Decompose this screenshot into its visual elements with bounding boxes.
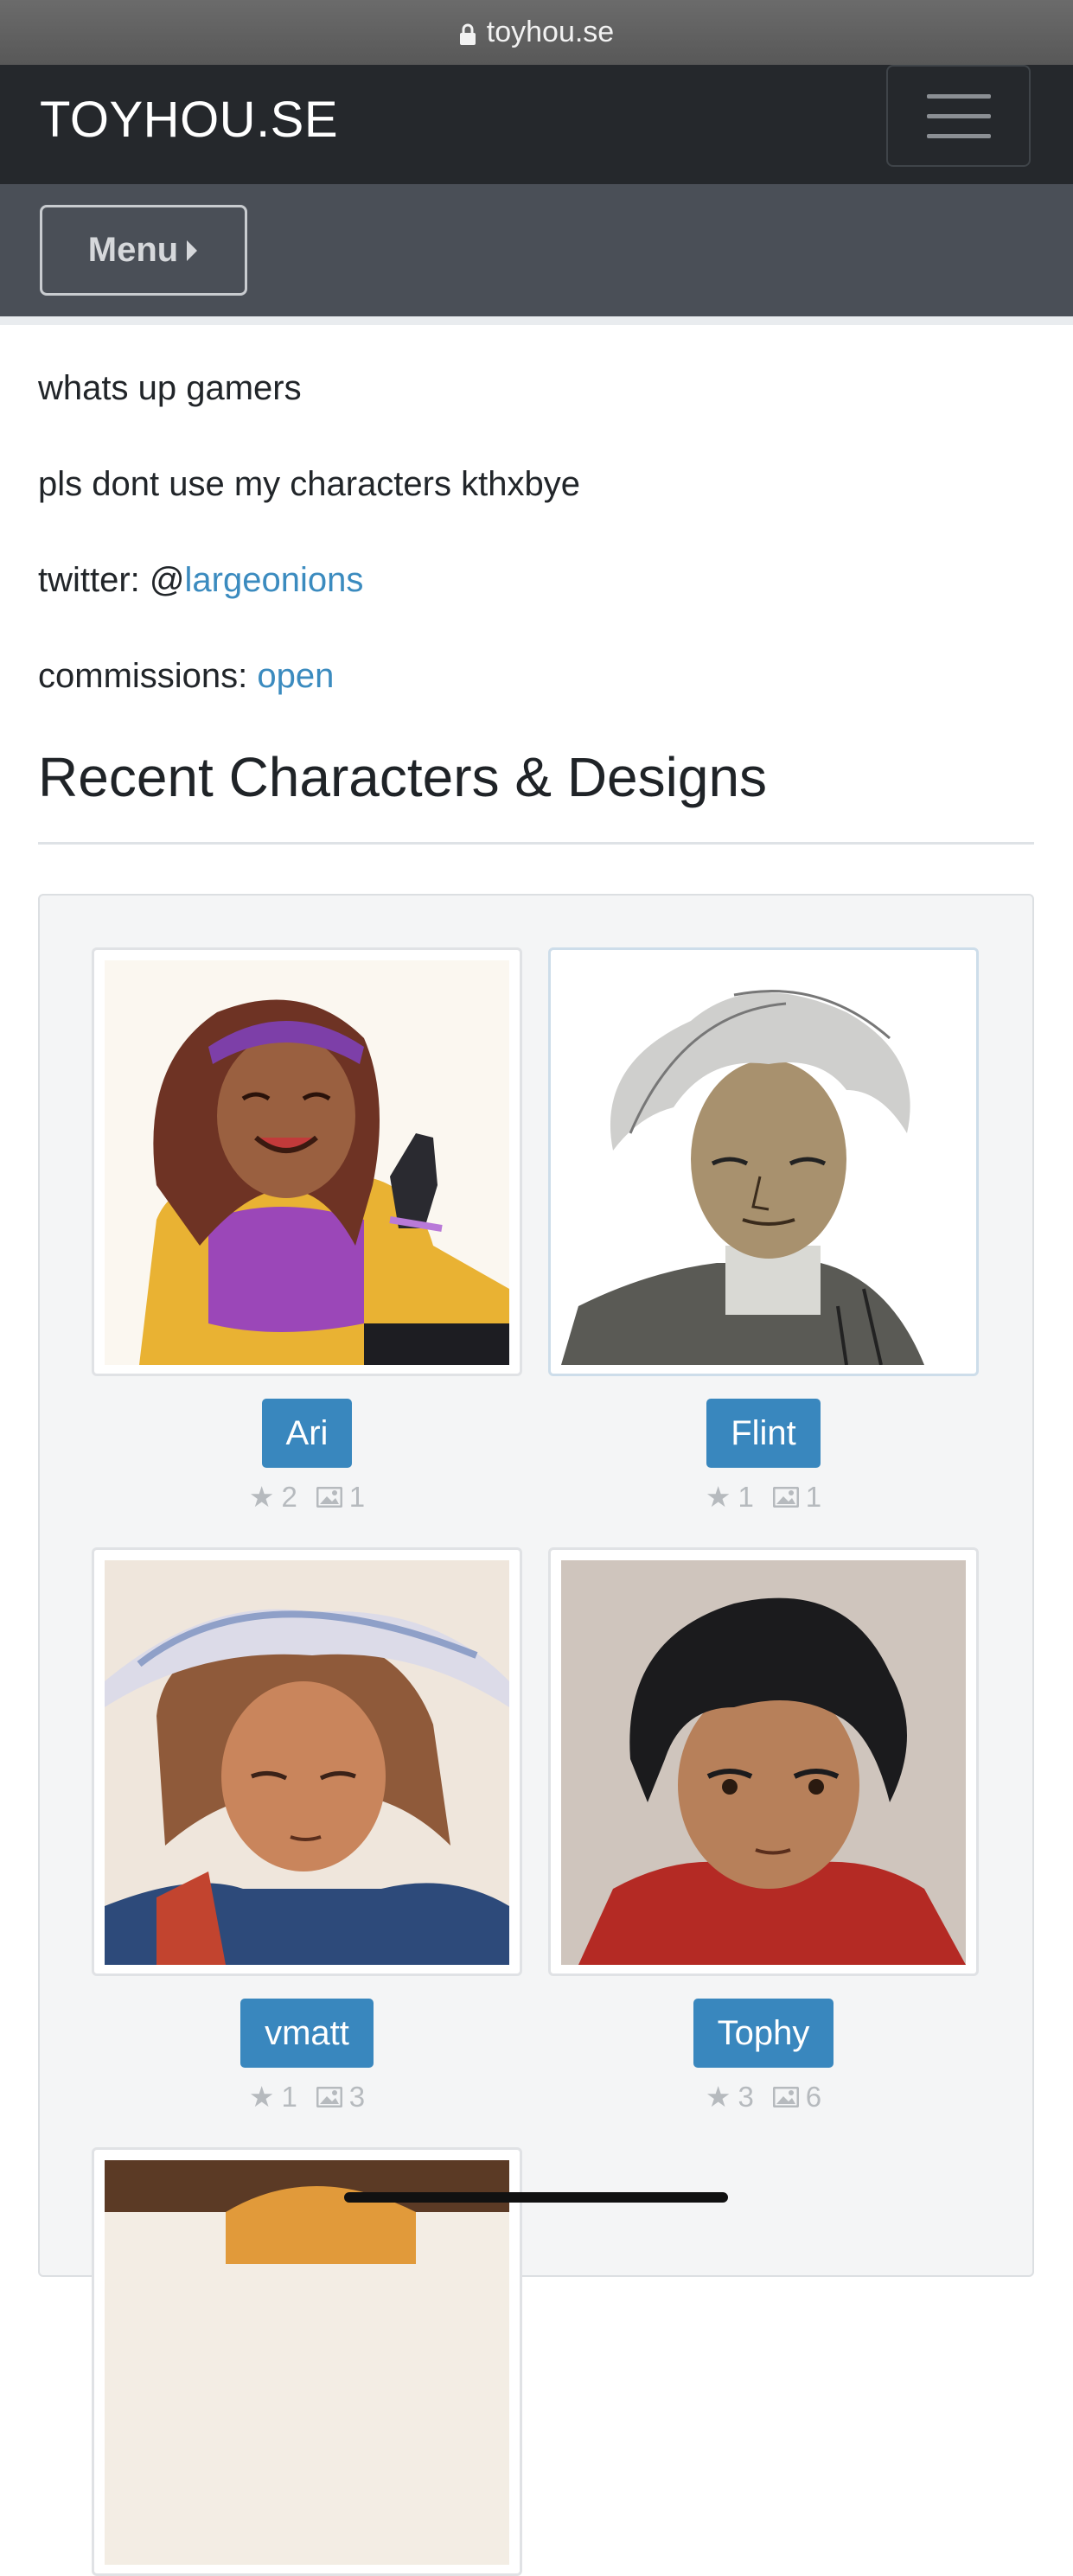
character-image-vmatt xyxy=(105,1560,509,1965)
image-icon xyxy=(772,2086,799,2107)
favorites-count: 1 xyxy=(738,1480,754,1513)
character-card: Tophy ★ 3 6 xyxy=(548,1547,979,2114)
character-card xyxy=(92,2147,522,2576)
browser-url-bar[interactable]: toyhou.se xyxy=(0,0,1073,65)
star-icon: ★ xyxy=(248,2081,275,2113)
character-card: Flint ★ 1 1 xyxy=(548,947,979,1514)
character-thumbnail[interactable] xyxy=(92,1547,522,1976)
character-stats: ★ 3 6 xyxy=(548,2080,979,2114)
character-stats: ★ 1 1 xyxy=(548,1480,979,1514)
hamburger-icon xyxy=(926,93,991,99)
character-name-button[interactable]: Flint xyxy=(706,1399,821,1468)
character-image-ari xyxy=(105,960,509,1365)
favorites-count: 2 xyxy=(281,1480,297,1513)
character-card: vmatt ★ 1 3 xyxy=(92,1547,522,2114)
home-indicator xyxy=(344,2192,728,2203)
profile-content: whats up gamers pls dont use my characte… xyxy=(38,325,1034,2576)
site-navbar: TOYHOU.SE xyxy=(0,65,1073,184)
character-name-button[interactable]: vmatt xyxy=(240,1999,374,2068)
twitter-prefix: twitter: @ xyxy=(38,561,185,599)
star-icon: ★ xyxy=(248,1481,275,1513)
character-thumbnail[interactable] xyxy=(548,947,979,1376)
twitter-link[interactable]: largeonions xyxy=(185,561,364,599)
images-count: 6 xyxy=(805,2080,822,2113)
section-title: Recent Characters & Designs xyxy=(38,745,1034,845)
images-count: 1 xyxy=(805,1480,822,1513)
bio-line: whats up gamers xyxy=(38,369,302,407)
character-card: Ari ★ 2 1 xyxy=(92,947,522,1514)
hamburger-icon xyxy=(926,133,991,138)
star-icon: ★ xyxy=(705,1481,731,1513)
nav-divider xyxy=(0,316,1073,325)
bio-line: pls dont use my characters kthxbye xyxy=(38,465,580,503)
commissions-prefix: commissions: xyxy=(38,657,258,695)
nav-toggle-button[interactable] xyxy=(886,65,1031,167)
site-brand[interactable]: TOYHOU.SE xyxy=(40,91,338,149)
bio-commissions-line: commissions: open xyxy=(38,654,1034,698)
character-thumbnail[interactable] xyxy=(92,947,522,1376)
star-icon: ★ xyxy=(705,2081,731,2113)
character-image-partial xyxy=(105,2160,509,2565)
character-thumbnail[interactable] xyxy=(548,1547,979,1976)
image-icon xyxy=(316,2086,342,2107)
menu-button[interactable]: Menu xyxy=(40,205,247,296)
images-count: 1 xyxy=(348,1480,366,1513)
character-stats: ★ 1 3 xyxy=(92,2080,522,2114)
character-thumbnail[interactable] xyxy=(92,2147,522,2576)
images-count: 3 xyxy=(348,2080,366,2113)
lock-icon xyxy=(459,23,476,45)
caret-right-icon xyxy=(187,239,198,261)
character-name-button[interactable]: Tophy xyxy=(693,1999,834,2068)
bio-twitter-line: twitter: @largeonions xyxy=(38,558,1034,602)
character-stats: ★ 2 1 xyxy=(92,1480,522,1514)
favorites-count: 1 xyxy=(281,2080,297,2113)
character-image-tophy xyxy=(561,1560,966,1965)
url-text: toyhou.se xyxy=(486,16,615,48)
commissions-link[interactable]: open xyxy=(257,657,334,695)
character-gallery: Ari ★ 2 1 Flint ★ 1 1 vmatt ★ 1 3 Tophy … xyxy=(38,894,1034,2576)
character-image-flint xyxy=(561,960,966,1365)
menu-button-label: Menu xyxy=(87,231,179,269)
profile-bio: whats up gamers pls dont use my characte… xyxy=(38,367,1034,698)
character-name-button[interactable]: Ari xyxy=(261,1399,353,1468)
hamburger-icon xyxy=(926,113,991,118)
image-icon xyxy=(316,1486,342,1508)
favorites-count: 3 xyxy=(738,2080,754,2113)
image-icon xyxy=(772,1486,799,1508)
user-subnav: Menu xyxy=(0,184,1073,316)
